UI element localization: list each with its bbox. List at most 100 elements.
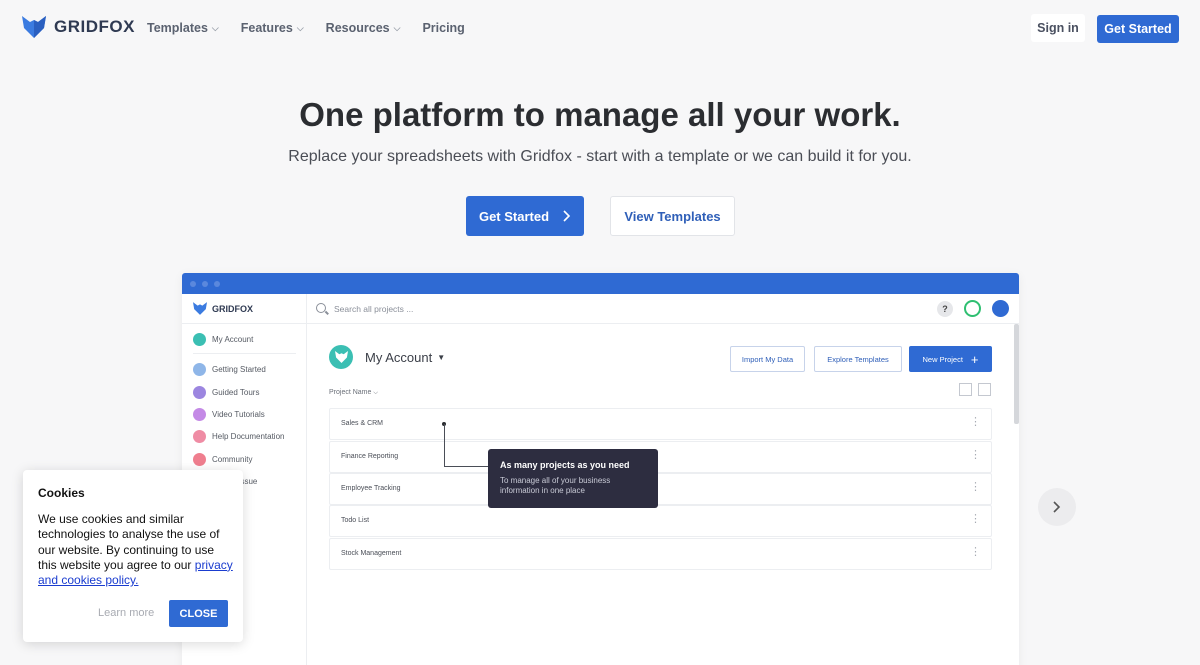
table-row[interactable]: Employee Tracking ⋮ (329, 473, 992, 505)
chevron-down-icon: ⌵ (373, 390, 378, 396)
sidebar-item-getting-started[interactable]: Getting Started (193, 363, 266, 376)
project-name: Stock Management (341, 550, 402, 557)
sidebar-item-label: My Account (212, 335, 254, 344)
menu-resources[interactable]: Resources ⌵ (326, 21, 401, 35)
cookie-title: Cookies (38, 486, 85, 500)
project-name: Todo List (341, 517, 370, 524)
menu-label: Resources (325, 21, 390, 35)
brand-name: GRIDFOX (54, 17, 135, 36)
cookie-body: We use cookies and similar technologies … (38, 512, 220, 572)
menu-pricing[interactable]: Pricing (422, 21, 464, 35)
sidebar-item-community[interactable]: Community (193, 453, 252, 466)
help-icon[interactable]: ? (937, 301, 953, 317)
sidebar-item-my-account[interactable]: My Account (193, 333, 253, 346)
more-vertical-icon[interactable]: ⋮ (970, 450, 981, 461)
grid-view-icon[interactable] (978, 383, 991, 396)
compass-icon (193, 386, 206, 399)
import-data-button[interactable]: Import My Data (730, 346, 805, 372)
menu-label: Pricing (422, 21, 465, 35)
callout-line (444, 466, 488, 467)
nav-get-started-button[interactable]: Get Started (1097, 15, 1179, 43)
caret-down-icon: ▼ (437, 352, 446, 362)
fox-icon (193, 333, 206, 346)
account-title: My Account (365, 349, 433, 365)
sidebar-item-label: Getting Started (212, 365, 266, 374)
plus-icon: + (970, 351, 979, 367)
account-dropdown[interactable]: My Account ▼ (365, 350, 445, 365)
column-label: Project Name (329, 389, 372, 396)
chevron-right-icon (1053, 501, 1061, 513)
fox-icon (329, 345, 353, 369)
sidebar-item-label: Video Tutorials (212, 410, 265, 419)
account-header: My Account ▼ (329, 345, 445, 369)
app-brand: GRIDFOX (182, 294, 306, 324)
app-topbar: Search all projects ... ? (307, 294, 1019, 324)
learn-more-link[interactable]: Learn more (98, 607, 154, 619)
more-vertical-icon[interactable]: ⋮ (970, 547, 981, 558)
hero-subtitle: Replace your spreadsheets with Gridfox -… (288, 148, 912, 165)
sidebar-item-guided-tours[interactable]: Guided Tours (193, 386, 259, 399)
more-vertical-icon[interactable]: ⋮ (970, 417, 981, 428)
hero-title: One platform to manage all your work. (299, 96, 901, 133)
community-icon (193, 453, 206, 466)
new-project-button[interactable]: New Project + (909, 346, 992, 372)
scrollbar[interactable] (1014, 324, 1019, 424)
app-brand-name: GRIDFOX (212, 303, 254, 314)
project-name: Employee Tracking (341, 485, 401, 492)
sidebar-item-label: Help Documentation (212, 432, 285, 441)
view-templates-button[interactable]: View Templates (610, 196, 735, 236)
hero-get-started-button[interactable]: Get Started (466, 196, 584, 236)
project-search-input[interactable]: Search all projects ... (334, 304, 413, 314)
tooltip-body: To manage all of your business informati… (500, 476, 611, 496)
help-icon (193, 430, 206, 443)
window-dot (202, 281, 208, 287)
table-row[interactable]: Stock Management ⋮ (329, 538, 992, 570)
carousel-next-button[interactable] (1038, 488, 1076, 526)
cookie-close-button[interactable]: CLOSE (169, 600, 228, 627)
chevron-right-icon (563, 210, 571, 222)
sidebar-item-video-tutorials[interactable]: Video Tutorials (193, 408, 265, 421)
list-view-icon[interactable] (959, 383, 972, 396)
brand-logo[interactable]: GRIDFOX (22, 16, 135, 38)
project-name: Sales & CRM (341, 420, 384, 427)
avatar[interactable] (992, 300, 1009, 317)
feature-tooltip: As many projects as you need To manage a… (488, 449, 658, 508)
sidebar-item-label: Community (212, 455, 253, 464)
explore-templates-button[interactable]: Explore Templates (814, 346, 902, 372)
chevron-down-icon: ⌵ (211, 22, 219, 33)
callout-line (444, 424, 445, 467)
cookie-text: We use cookies and similar technologies … (38, 512, 233, 588)
sign-in-link[interactable]: Sign in (1031, 14, 1085, 42)
menu-label: Features (240, 21, 293, 35)
button-label: Get Started (478, 208, 550, 224)
sidebar-item-help-documentation[interactable]: Help Documentation (193, 430, 284, 443)
flag-icon (193, 363, 206, 376)
more-vertical-icon[interactable]: ⋮ (970, 482, 981, 493)
button-label: New Project (922, 354, 963, 364)
fox-logo-icon (193, 302, 207, 315)
window-dot (214, 281, 220, 287)
window-titlebar (182, 273, 1019, 294)
search-icon (316, 303, 326, 313)
tooltip-title: As many projects as you need (500, 460, 630, 470)
menu-templates[interactable]: Templates ⌵ (147, 21, 219, 35)
window-dot (190, 281, 196, 287)
project-name: Finance Reporting (341, 453, 399, 460)
play-icon (193, 408, 206, 421)
chevron-down-icon: ⌵ (393, 22, 401, 33)
more-vertical-icon[interactable]: ⋮ (970, 514, 981, 525)
menu-label: Templates (147, 21, 208, 35)
sidebar-divider (193, 353, 296, 354)
project-name-column-header[interactable]: Project Name ⌵ (329, 389, 378, 397)
cookie-banner: Cookies We use cookies and similar techn… (23, 470, 243, 642)
table-row[interactable]: Finance Reporting ⋮ (329, 441, 992, 473)
main-menu: Templates ⌵ Features ⌵ Resources ⌵ Pricing (147, 21, 487, 35)
table-row[interactable]: Todo List ⋮ (329, 505, 992, 537)
fox-logo-icon (22, 16, 46, 38)
chevron-down-icon: ⌵ (296, 22, 304, 33)
status-ring-icon[interactable] (964, 300, 981, 317)
table-row[interactable]: Sales & CRM ⋮ (329, 408, 992, 440)
menu-features[interactable]: Features ⌵ (241, 21, 304, 35)
sidebar-item-label: Guided Tours (212, 388, 260, 397)
top-nav: GRIDFOX Templates ⌵ Features ⌵ Resources ⌵ … (0, 0, 1200, 56)
